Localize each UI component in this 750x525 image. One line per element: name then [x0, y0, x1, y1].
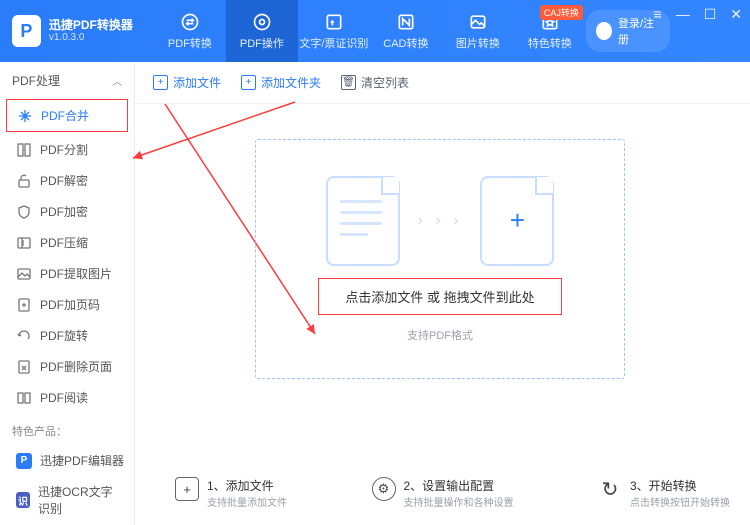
tab-special[interactable]: CAJ转换 特色转换 — [514, 0, 586, 62]
read-icon — [16, 390, 32, 406]
step-3: ↻ 3、开始转换 点击转换按钮开始转换 — [598, 477, 730, 509]
page-number-icon — [16, 297, 32, 313]
sidebar-item-delete-page[interactable]: PDF删除页面 — [0, 351, 134, 382]
file-lines-icon — [326, 176, 400, 266]
minimize-icon[interactable]: — — [676, 6, 690, 23]
app-logo: P — [12, 15, 41, 47]
dots-icon: › › › — [418, 212, 463, 230]
compress-icon — [16, 235, 32, 251]
dropzone[interactable]: › › › + 点击添加文件 或 拖拽文件到此处 支持PDF格式 — [255, 139, 625, 379]
featured-title: 特色产品： — [0, 413, 134, 445]
unlock-icon — [16, 173, 32, 189]
step-config-icon: ⚙ — [372, 477, 396, 501]
dropzone-sub-text: 支持PDF格式 — [407, 327, 473, 343]
tab-pdf-convert[interactable]: PDF转换 — [154, 0, 226, 62]
dropzone-main-text: 点击添加文件 或 拖拽文件到此处 — [318, 278, 561, 315]
add-file-button[interactable]: + 添加文件 — [153, 74, 221, 91]
file-ops-icon — [252, 12, 272, 32]
swap-icon — [180, 12, 200, 32]
sidebar-item-extract-img[interactable]: PDF提取图片 — [0, 258, 134, 289]
split-icon — [16, 142, 32, 158]
caj-badge: CAJ转换 — [540, 5, 583, 20]
app-title: 迅捷PDF转换器 — [49, 19, 144, 32]
step-convert-icon: ↻ — [598, 477, 622, 501]
step-2: ⚙ 2、设置输出配置 支持批量操作和各种设置 — [372, 477, 514, 509]
rotate-icon — [16, 328, 32, 344]
main-tabs: PDF转换 PDF操作 文字/票证识别 CAD转换 图片转换 CAJ转换 特色转… — [154, 0, 586, 62]
ocr-app-icon: 识 — [16, 492, 30, 508]
app-title-block: 迅捷PDF转换器 v1.0.3.0 — [49, 19, 144, 43]
tab-pdf-operate[interactable]: PDF操作 — [226, 0, 298, 62]
featured-pdf-editor[interactable]: P 迅捷PDF编辑器 — [0, 445, 134, 476]
folder-plus-icon: + — [241, 75, 256, 90]
delete-page-icon — [16, 359, 32, 375]
image-icon — [468, 12, 488, 32]
trash-icon: 🗑 — [341, 75, 356, 90]
sidebar-item-split[interactable]: PDF分割 — [0, 134, 134, 165]
pdf-editor-icon: P — [16, 453, 32, 469]
sidebar: PDF处理 ︿ PDF合并 PDF分割 PDF解密 PDF加密 PDF压缩 PD… — [0, 62, 135, 525]
app-version: v1.0.3.0 — [49, 32, 144, 43]
main-panel: + 添加文件 + 添加文件夹 🗑 清空列表 › — [135, 62, 750, 525]
maximize-icon[interactable]: ☐ — [704, 6, 717, 23]
sidebar-item-rotate[interactable]: PDF旋转 — [0, 320, 134, 351]
steps-row: + 1、添加文件 支持批量添加文件 ⚙ 2、设置输出配置 支持批量操作和各种设置… — [175, 477, 730, 509]
sidebar-item-page-number[interactable]: PDF加页码 — [0, 289, 134, 320]
ocr-icon — [324, 12, 344, 32]
add-folder-button[interactable]: + 添加文件夹 — [241, 74, 321, 91]
merge-icon — [17, 108, 33, 124]
dropzone-graphic: › › › + — [326, 176, 555, 266]
chevron-up-icon: ︿ — [112, 73, 122, 88]
sidebar-item-read[interactable]: PDF阅读 — [0, 382, 134, 413]
tab-image[interactable]: 图片转换 — [442, 0, 514, 62]
sidebar-item-encrypt[interactable]: PDF加密 — [0, 196, 134, 227]
sidebar-item-decrypt[interactable]: PDF解密 — [0, 165, 134, 196]
sidebar-item-merge[interactable]: PDF合并 — [6, 99, 128, 132]
step-1: + 1、添加文件 支持批量添加文件 — [175, 477, 287, 509]
file-plus-icon: + — [480, 176, 554, 266]
clear-list-button[interactable]: 🗑 清空列表 — [341, 74, 409, 91]
cad-icon — [396, 12, 416, 32]
shield-icon — [16, 204, 32, 220]
sidebar-item-compress[interactable]: PDF压缩 — [0, 227, 134, 258]
close-icon[interactable]: ✕ — [730, 6, 742, 23]
avatar-icon — [596, 22, 612, 40]
tab-ocr[interactable]: 文字/票证识别 — [298, 0, 370, 62]
tab-cad[interactable]: CAD转换 — [370, 0, 442, 62]
image-extract-icon — [16, 266, 32, 282]
settings-icon[interactable]: ≡ — [654, 6, 662, 23]
featured-ocr[interactable]: 识 迅捷OCR文字识别 — [0, 476, 134, 524]
step-add-icon: + — [175, 477, 199, 501]
sidebar-group-header[interactable]: PDF处理 ︿ — [0, 62, 134, 97]
plus-icon: + — [153, 75, 168, 90]
toolbar: + 添加文件 + 添加文件夹 🗑 清空列表 — [135, 62, 750, 104]
